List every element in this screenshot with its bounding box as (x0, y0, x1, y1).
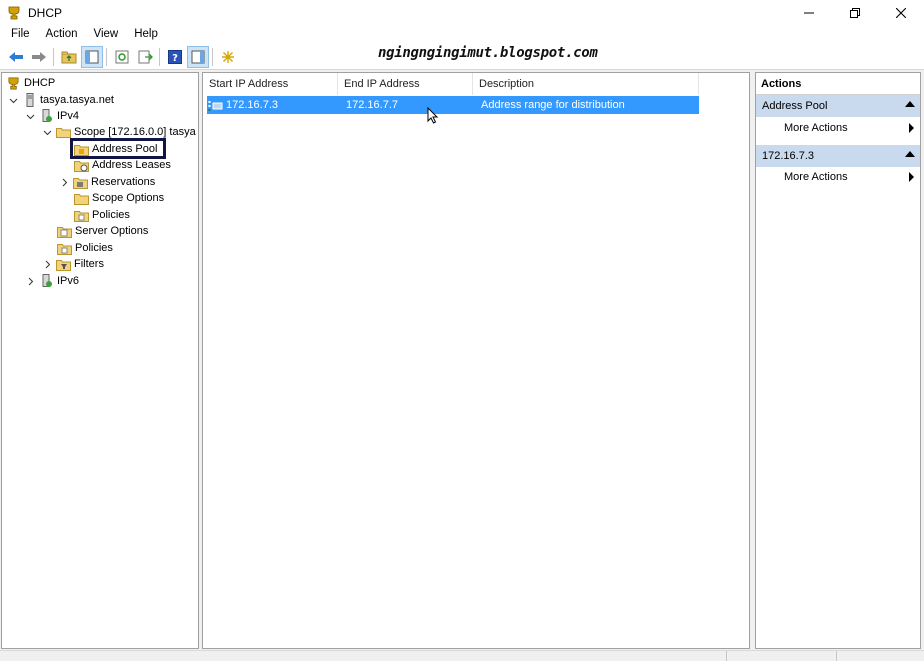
cell-start-ip: 172.16.7.3 (226, 99, 278, 111)
actions-title: Actions (756, 73, 920, 95)
tree-label: Reservations (91, 176, 156, 188)
ipv6-icon (39, 274, 54, 288)
tree-label: Policies (75, 242, 113, 254)
up-folder-icon[interactable] (58, 46, 80, 68)
tree-item-ipv4[interactable]: IPv4 (25, 108, 79, 124)
more-actions-label: More Actions (784, 122, 848, 134)
more-actions-label: More Actions (784, 171, 848, 183)
chevron-right-icon[interactable] (42, 259, 52, 269)
export-list-icon[interactable] (134, 46, 156, 68)
tree-label: Scope [172.16.0.0] tasya (74, 126, 196, 138)
scope-options-icon (74, 191, 89, 205)
tree-label: Policies (92, 209, 130, 221)
tree-item-scope-policies[interactable]: Policies (74, 207, 130, 223)
toolbar-separator (106, 47, 107, 66)
ipv4-icon (39, 109, 54, 123)
menu-view[interactable]: View (88, 26, 125, 44)
address-range-icon (208, 100, 224, 111)
show-hide-console-tree-icon[interactable] (81, 45, 103, 68)
section-label: 172.16.7.3 (762, 150, 814, 162)
tree-label: IPv4 (57, 110, 80, 122)
menu-file[interactable]: File (5, 26, 36, 44)
menu-bar: File Action View Help (0, 26, 924, 44)
column-header-start-ip[interactable]: Start IP Address (203, 73, 338, 95)
tree-item-scope-options[interactable]: Scope Options (74, 190, 164, 206)
collapse-caret-icon[interactable] (905, 101, 915, 107)
column-headers: Start IP Address End IP Address Descript… (203, 73, 749, 95)
tree-label: IPv6 (57, 275, 80, 287)
tree-item-server[interactable]: tasya.tasya.net (8, 92, 114, 108)
tree-label: Server Options (75, 225, 149, 237)
highlight-box (70, 138, 166, 159)
policies-icon (57, 241, 72, 255)
collapse-caret-icon[interactable] (905, 151, 915, 157)
tree-item-ipv6[interactable]: IPv6 (25, 273, 79, 289)
dhcp-icon (6, 76, 21, 90)
svg-text:?: ? (172, 53, 178, 64)
tree-label: Filters (74, 258, 104, 270)
status-divider (836, 651, 837, 661)
cell-description: Address range for distribution (481, 99, 625, 111)
address-leases-icon (74, 158, 89, 172)
tree-item-server-options[interactable]: Server Options (57, 223, 148, 239)
tree-item-policies[interactable]: Policies (57, 240, 113, 256)
close-button[interactable] (878, 0, 924, 26)
results-list: Start IP Address End IP Address Descript… (202, 72, 750, 649)
dhcp-app-icon (6, 5, 22, 21)
refresh-icon[interactable] (111, 46, 133, 68)
new-star-icon[interactable] (217, 46, 239, 68)
more-actions-item[interactable]: More Actions (756, 118, 920, 138)
console-tree: DHCP tasya.tasya.net IPv4 Scope [172.16.… (1, 72, 199, 649)
restore-button[interactable] (832, 0, 878, 26)
tree-item-address-leases[interactable]: Address Leases (74, 157, 171, 173)
actions-section-address-pool[interactable]: Address Pool (756, 95, 920, 117)
menu-action[interactable]: Action (40, 26, 84, 44)
back-icon[interactable] (5, 46, 27, 68)
tree-label: Scope Options (92, 192, 165, 204)
submenu-arrow-icon (909, 123, 914, 133)
tree-label: Address Leases (92, 159, 171, 171)
actions-pane: Actions Address Pool More Actions 172.16… (755, 72, 921, 649)
show-hide-action-pane-icon[interactable] (187, 45, 209, 68)
title-bar: DHCP (0, 0, 924, 26)
minimize-button[interactable] (786, 0, 832, 26)
submenu-arrow-icon (909, 172, 914, 182)
help-icon[interactable]: ? (164, 46, 186, 68)
chevron-right-icon[interactable] (59, 177, 69, 187)
window-title: DHCP (28, 5, 63, 20)
tree-label: tasya.tasya.net (40, 94, 114, 106)
forward-icon[interactable] (28, 46, 50, 68)
chevron-down-icon[interactable] (8, 95, 18, 105)
chevron-down-icon[interactable] (25, 111, 35, 121)
chevron-right-icon[interactable] (25, 276, 35, 286)
toolbar-separator (212, 47, 213, 66)
tree-item-reservations[interactable]: Reservations (59, 174, 155, 190)
policies-icon (74, 208, 89, 222)
server-options-icon (57, 224, 72, 238)
toolbar-separator (53, 47, 54, 66)
column-header-description[interactable]: Description (473, 73, 699, 95)
actions-section-selected-range[interactable]: 172.16.7.3 (756, 145, 920, 167)
tree-item-dhcp[interactable]: DHCP (6, 75, 55, 91)
column-header-end-ip[interactable]: End IP Address (338, 73, 473, 95)
mouse-cursor-icon (427, 106, 439, 128)
more-actions-item[interactable]: More Actions (756, 167, 920, 187)
filters-icon (56, 257, 71, 271)
menu-help[interactable]: Help (128, 26, 164, 44)
table-row[interactable]: 172.16.7.3 172.16.7.7 Address range for … (207, 96, 699, 114)
tree-label: DHCP (24, 77, 56, 89)
chevron-down-icon[interactable] (42, 127, 52, 137)
reservations-icon (73, 175, 88, 189)
toolbar-separator (159, 47, 160, 66)
folder-icon (56, 125, 71, 139)
watermark-text: ngingngingimut.blogspot.com (378, 45, 598, 61)
cell-end-ip: 172.16.7.7 (346, 99, 398, 111)
section-label: Address Pool (762, 100, 828, 112)
status-divider (726, 651, 727, 661)
status-bar (0, 650, 924, 661)
tree-item-filters[interactable]: Filters (42, 256, 104, 272)
server-icon (22, 93, 37, 107)
